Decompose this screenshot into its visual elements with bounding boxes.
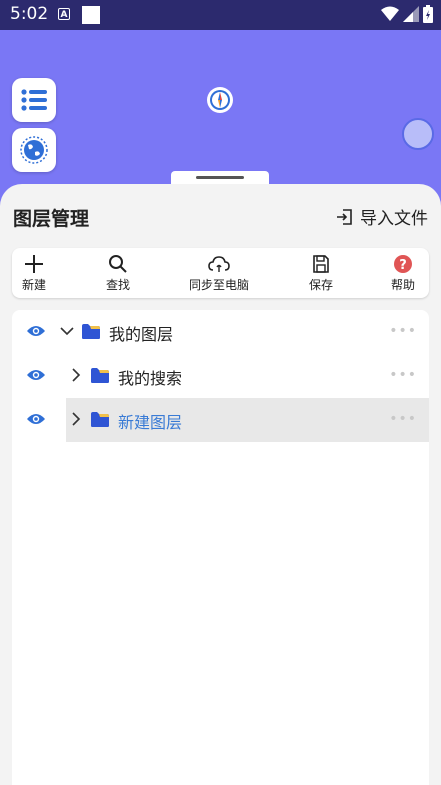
notification-a-icon: A	[58, 8, 70, 20]
svg-text:?: ?	[399, 258, 407, 273]
layer-list-button[interactable]	[12, 78, 56, 122]
globe-icon	[20, 136, 48, 164]
more-options-icon[interactable]: •••	[389, 411, 417, 427]
folder-icon	[91, 368, 109, 383]
status-bar: 5:02 A	[0, 0, 441, 30]
layer-row-my-search[interactable]: 我的搜索 •••	[12, 354, 429, 398]
layer-name: 我的搜索	[118, 369, 183, 388]
layer-name: 我的图层	[109, 325, 174, 344]
new-button[interactable]: 新建	[22, 254, 46, 293]
search-button[interactable]: 查找	[106, 254, 130, 293]
more-options-icon[interactable]: •••	[389, 323, 417, 339]
save-button[interactable]: 保存	[309, 254, 333, 293]
signal-icon	[403, 6, 419, 22]
cloud-sync-icon	[208, 256, 230, 272]
sync-label: 同步至电脑	[189, 278, 250, 292]
toolbar: 新建 查找 同步至电脑 保存 ? 帮助	[12, 248, 429, 298]
layer-name: 新建图层	[118, 413, 183, 432]
status-time: 5:02	[10, 4, 49, 24]
search-label: 查找	[106, 278, 131, 292]
save-label: 保存	[309, 278, 334, 292]
battery-icon	[423, 5, 433, 23]
handle-bar	[196, 176, 244, 179]
layer-tree: 我的图层 ••• 我的搜索 ••• 新建图层 •••	[12, 310, 429, 785]
globe-button[interactable]	[12, 128, 56, 172]
chevron-right-icon[interactable]	[68, 367, 84, 383]
notification-square-icon	[82, 6, 100, 24]
import-label: 导入文件	[360, 209, 428, 229]
compass-button[interactable]	[207, 87, 233, 113]
compass-icon	[210, 90, 230, 110]
status-icons	[381, 5, 433, 23]
new-label: 新建	[22, 278, 47, 292]
sync-to-pc-button[interactable]: 同步至电脑	[189, 254, 249, 293]
layer-row-new-layer[interactable]: 新建图层 •••	[12, 398, 429, 442]
save-icon	[313, 255, 329, 273]
sheet-title: 图层管理	[13, 208, 90, 230]
chevron-down-icon[interactable]	[59, 323, 75, 339]
layer-manager-sheet: 图层管理 导入文件 新建 查找 同步至电脑 保存 ? 帮助 我的图层 ••• 我…	[0, 184, 441, 785]
visibility-eye-icon[interactable]	[26, 412, 46, 426]
wifi-icon	[381, 6, 399, 21]
visibility-eye-icon[interactable]	[26, 324, 46, 338]
help-button[interactable]: ? 帮助	[391, 254, 415, 293]
folder-icon	[82, 324, 100, 339]
layer-row-my-layers[interactable]: 我的图层 •••	[12, 310, 429, 354]
import-file-button[interactable]: 导入文件	[336, 204, 428, 229]
plus-icon	[25, 255, 43, 273]
import-icon	[337, 208, 352, 225]
list-icon	[21, 89, 47, 111]
search-icon	[109, 255, 127, 273]
help-label: 帮助	[391, 278, 416, 292]
visibility-eye-icon[interactable]	[26, 368, 46, 382]
help-icon: ?	[394, 255, 412, 273]
chevron-right-icon[interactable]	[68, 411, 84, 427]
location-marker[interactable]	[402, 118, 434, 150]
more-options-icon[interactable]: •••	[389, 367, 417, 383]
folder-icon	[91, 412, 109, 427]
